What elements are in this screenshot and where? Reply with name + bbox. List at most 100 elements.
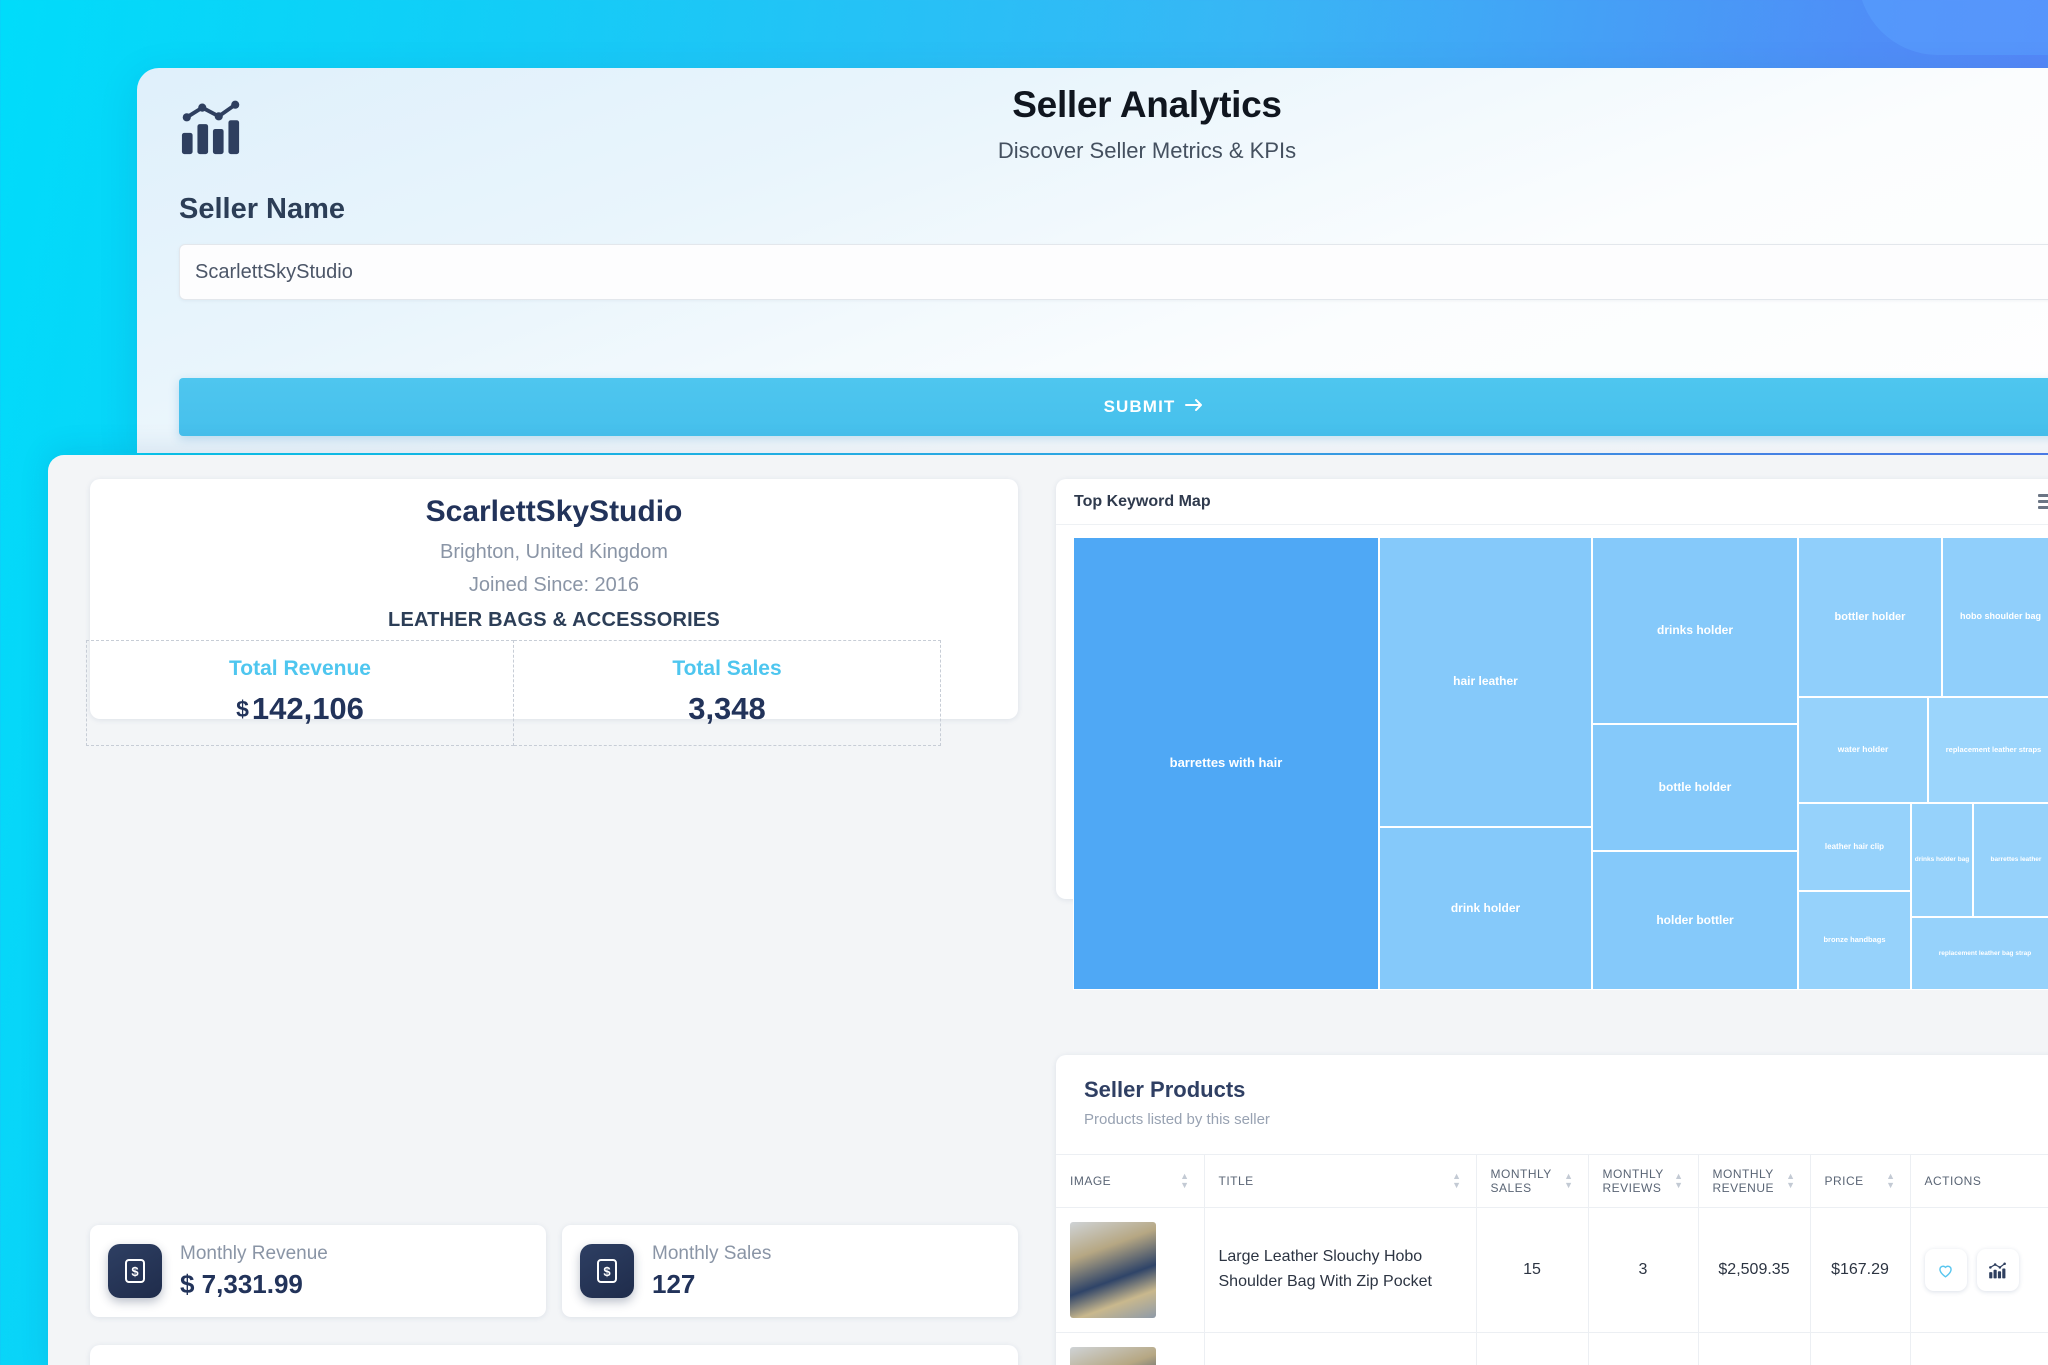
keyword-tile-label: bottle holder bbox=[1658, 779, 1732, 794]
seller-name-input[interactable] bbox=[179, 244, 2048, 300]
keyword-tile[interactable]: holder bottler bbox=[1592, 851, 1798, 990]
dollar-badge-icon: $ bbox=[108, 1244, 162, 1298]
svg-text:$: $ bbox=[131, 1264, 139, 1279]
column-header-monthly-sales[interactable]: MONTHLY SALES ▲ ▼ bbox=[1476, 1154, 1589, 1208]
column-label: TITLE bbox=[1218, 1174, 1254, 1188]
search-hero-card: Seller Analytics Discover Seller Metrics… bbox=[137, 68, 2048, 453]
currency-symbol: $ bbox=[236, 696, 249, 722]
monthly-reviews-cell: 2 bbox=[1588, 1332, 1699, 1365]
keyword-tile-label: bronze handbags bbox=[1823, 935, 1886, 945]
monthly-sales-card: $ Monthly Sales 127 bbox=[562, 1225, 1018, 1317]
keyword-tile[interactable]: replacement leather straps bbox=[1928, 697, 2048, 803]
svg-text:$: $ bbox=[603, 1264, 611, 1279]
keyword-tile[interactable]: leather hair clip bbox=[1798, 803, 1911, 891]
arrow-right-icon bbox=[1185, 397, 1204, 417]
chart-title: Monthly Sales History bbox=[90, 1345, 1018, 1365]
keyword-tile-label: water holder bbox=[1837, 744, 1889, 755]
seller-products-subtitle: Products listed by this seller bbox=[1084, 1111, 1270, 1128]
keyword-treemap: barrettes with hair hair leather drink hol… bbox=[1073, 537, 2048, 990]
keyword-tile[interactable]: drinks holder bbox=[1592, 537, 1798, 724]
metric-cards-row: $ Monthly Revenue $ 7,331.99 $ Monthly S… bbox=[90, 1225, 1018, 1317]
monthly-revenue-value: $ 7,331.99 bbox=[180, 1268, 303, 1299]
keyword-map-header: Top Keyword Map bbox=[1056, 479, 2048, 525]
chart-icon[interactable] bbox=[1976, 1249, 2019, 1291]
total-revenue-label: Total Revenue bbox=[229, 657, 371, 680]
submit-button-label: SUBMIT bbox=[1103, 397, 1176, 416]
totals-row: Total Revenue $142,106 Total Sales 3,348 bbox=[86, 640, 941, 746]
keyword-map-title: Top Keyword Map bbox=[1074, 492, 1211, 510]
price-cell: $167.29 bbox=[1810, 1207, 1911, 1333]
hamburger-menu-icon[interactable] bbox=[2038, 494, 2048, 509]
keyword-tile-label: holder bottler bbox=[1656, 912, 1734, 927]
keyword-tile[interactable]: bottler holder bbox=[1798, 537, 1942, 697]
sort-icon[interactable]: ▲ ▼ bbox=[1452, 1172, 1461, 1190]
keyword-tile[interactable]: replacement leather bag strap bbox=[1911, 917, 2048, 990]
keyword-tile[interactable]: water holder bbox=[1798, 697, 1928, 803]
product-title-cell: Large Leather Slouchy Hobo Shoulder Bag … bbox=[1204, 1207, 1477, 1333]
total-revenue-value: $142,106 bbox=[87, 691, 513, 727]
monthly-revenue-label: Monthly Revenue bbox=[180, 1242, 328, 1264]
keyword-tile-label: hair leather bbox=[1453, 674, 1518, 689]
decorative-corner-panel bbox=[1858, 0, 2048, 55]
monthly-sales-value: 127 bbox=[652, 1268, 696, 1299]
column-header-actions[interactable]: ACTIONS ▲▼ bbox=[1910, 1154, 2048, 1208]
column-header-image[interactable]: IMAGE ▲ ▼ bbox=[1056, 1154, 1205, 1208]
products-table: IMAGE ▲ ▼ TITLE ▲ ▼ MONTHLY SALES ▲ ▼ MONTHLY … bbox=[1056, 1154, 2048, 1365]
keyword-tile[interactable]: drink holder bbox=[1379, 827, 1592, 990]
keyword-tile-label: drink holder bbox=[1450, 900, 1521, 915]
sort-icon[interactable]: ▲ ▼ bbox=[1786, 1172, 1795, 1190]
sort-icon[interactable]: ▲ ▼ bbox=[1180, 1172, 1189, 1190]
products-table-body: Large Leather Slouchy Hobo Shoulder Bag … bbox=[1056, 1207, 2048, 1365]
keyword-tile[interactable]: barrettes with hair bbox=[1073, 537, 1379, 990]
keyword-tile[interactable]: hair leather bbox=[1379, 537, 1592, 827]
dollar-badge-icon: $ bbox=[580, 1244, 634, 1298]
total-sales-value: 3,348 bbox=[688, 691, 766, 726]
monthly-revenue-cell: $1,682 bbox=[1698, 1332, 1811, 1365]
keyword-tile-label: replacement leather straps bbox=[1945, 744, 2042, 754]
total-sales-box: Total Sales 3,348 bbox=[514, 640, 941, 746]
submit-button[interactable]: SUBMIT bbox=[179, 378, 2048, 436]
keyword-tile-label: replacement leather bag strap bbox=[1938, 949, 2032, 957]
monthly-sales-cell: 10 bbox=[1476, 1332, 1589, 1365]
product-thumbnail bbox=[1070, 1222, 1156, 1318]
monthly-sales-history-card: Monthly Sales History 020406080100120201… bbox=[90, 1345, 1018, 1365]
monthly-revenue-cell: $2,509.35 bbox=[1698, 1207, 1811, 1333]
keyword-tile-label: hobo shoulder bag bbox=[1960, 611, 2041, 622]
monthly-revenue-card: $ Monthly Revenue $ 7,331.99 bbox=[90, 1225, 546, 1317]
monthly-reviews-cell: 3 bbox=[1588, 1207, 1699, 1333]
column-label: MONTHLY SALES bbox=[1490, 1167, 1552, 1195]
column-header-title[interactable]: TITLE ▲ ▼ bbox=[1204, 1154, 1477, 1208]
column-label: PRICE bbox=[1824, 1174, 1864, 1188]
products-table-header-row: IMAGE ▲ ▼ TITLE ▲ ▼ MONTHLY SALES ▲ ▼ MONTHLY … bbox=[1056, 1154, 2048, 1208]
page-title: Seller Analytics bbox=[1012, 84, 1282, 125]
keyword-tile-label: bottler holder bbox=[1834, 610, 1906, 623]
keyword-tile[interactable]: drinks holder bag bbox=[1911, 803, 1973, 917]
keyword-tile-label: drinks holder bag bbox=[1914, 856, 1970, 864]
product-image-cell bbox=[1056, 1332, 1205, 1365]
keyword-tile[interactable]: barrettes leather bbox=[1973, 803, 2048, 917]
monthly-sales-cell: 15 bbox=[1476, 1207, 1589, 1333]
column-header-price[interactable]: PRICE ▲ ▼ bbox=[1810, 1154, 1911, 1208]
seller-category: LEATHER BAGS & ACCESSORIES bbox=[388, 609, 720, 631]
column-header-monthly-reviews[interactable]: MONTHLY REVIEWS ▲ ▼ bbox=[1588, 1154, 1699, 1208]
keyword-tile-label: barrettes with hair bbox=[1169, 755, 1283, 771]
table-row[interactable]: Large Leather Slouchy Hobo Shoulder Bag … bbox=[1056, 1207, 2048, 1333]
sort-icon[interactable]: ▲ ▼ bbox=[1886, 1172, 1895, 1190]
heart-icon[interactable] bbox=[1924, 1249, 1967, 1291]
keyword-tile-label: drinks holder bbox=[1656, 622, 1733, 637]
dashboard-sheet: ScarlettSkyStudio Brighton, United Kingd… bbox=[48, 455, 2048, 1365]
sort-icon[interactable]: ▲ ▼ bbox=[1564, 1172, 1573, 1190]
column-label: IMAGE bbox=[1070, 1174, 1112, 1188]
column-header-monthly-revenue[interactable]: MONTHLY REVENUE ▲ ▼ bbox=[1698, 1154, 1811, 1208]
keyword-tile[interactable]: hobo shoulder bag bbox=[1942, 537, 2048, 697]
table-row[interactable]: Large Leather Slouchy Hobo Shoulder Bag … bbox=[1056, 1332, 2048, 1365]
column-label: ACTIONS bbox=[1924, 1174, 1982, 1188]
total-revenue-number: 142,106 bbox=[251, 691, 364, 726]
keyword-tile[interactable]: bronze handbags bbox=[1798, 891, 1911, 990]
keyword-tile-label: barrettes leather bbox=[1990, 856, 2042, 864]
page-subtitle: Discover Seller Metrics & KPIs bbox=[997, 138, 1297, 163]
sort-icon[interactable]: ▲ ▼ bbox=[1674, 1172, 1683, 1190]
keyword-tile[interactable]: bottle holder bbox=[1592, 724, 1798, 851]
price-cell: $168.2 bbox=[1810, 1332, 1911, 1365]
product-thumbnail bbox=[1070, 1347, 1156, 1365]
